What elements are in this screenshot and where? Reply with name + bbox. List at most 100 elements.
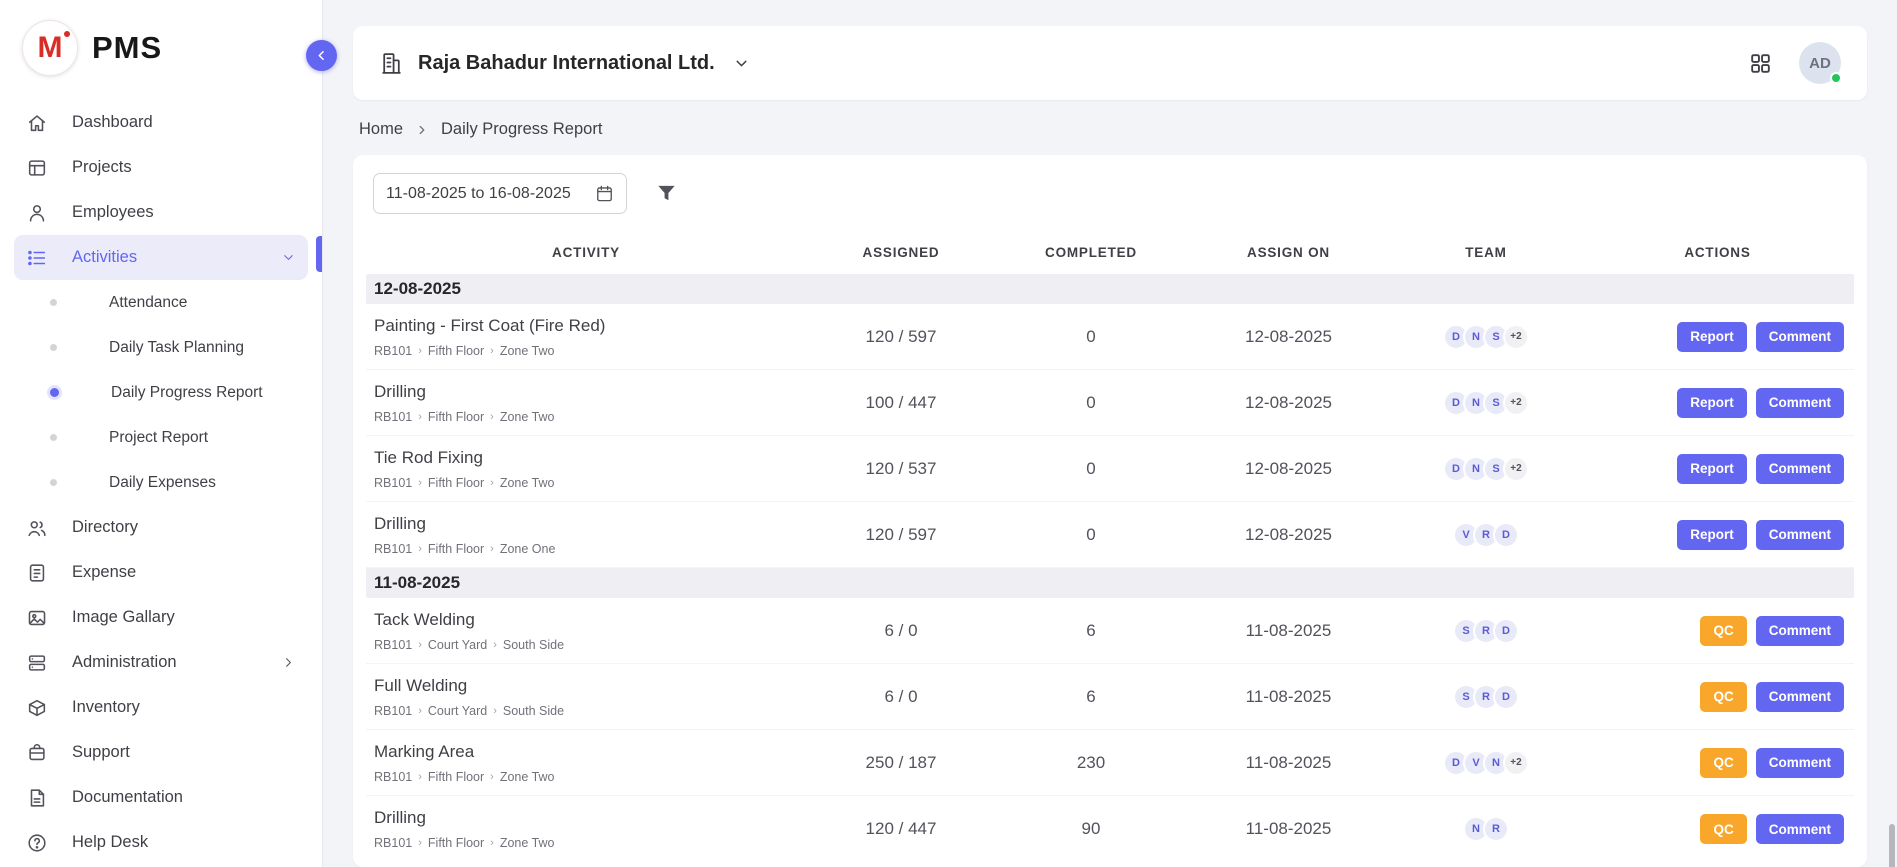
team-member-badge[interactable]: D bbox=[1493, 618, 1519, 644]
assigned-value: 120 / 447 bbox=[806, 819, 996, 839]
sidebar-item-dashboard[interactable]: Dashboard bbox=[14, 100, 308, 145]
report-button[interactable]: Report bbox=[1677, 454, 1747, 484]
sidebar-item-administration[interactable]: Administration bbox=[14, 640, 308, 685]
comment-button[interactable]: Comment bbox=[1756, 388, 1844, 418]
row-actions: Report Comment bbox=[1581, 388, 1854, 418]
comment-button[interactable]: Comment bbox=[1756, 616, 1844, 646]
page-scrollbar[interactable] bbox=[1889, 824, 1895, 867]
topbar-actions: AD bbox=[1748, 42, 1841, 84]
team-member-badge[interactable]: D bbox=[1493, 684, 1519, 710]
report-button[interactable]: Report bbox=[1677, 322, 1747, 352]
activity-location-path: RB101›Fifth Floor›Zone Two bbox=[374, 410, 800, 424]
date-range-value: 11-08-2025 to 16-08-2025 bbox=[386, 185, 571, 203]
sidebar-subitem-project-report[interactable]: Project Report bbox=[14, 415, 308, 460]
chevron-down-icon bbox=[733, 55, 750, 72]
filter-row: 11-08-2025 to 16-08-2025 bbox=[353, 155, 1867, 230]
assign-on-date: 11-08-2025 bbox=[1186, 819, 1391, 839]
completed-value: 6 bbox=[996, 621, 1186, 641]
filter-icon[interactable] bbox=[655, 182, 678, 205]
sidebar-item-label: Documentation bbox=[72, 788, 183, 807]
sidebar-item-projects[interactable]: Projects bbox=[14, 145, 308, 190]
sidebar-subitem-daily-task-planning[interactable]: Daily Task Planning bbox=[14, 325, 308, 370]
assign-on-date: 12-08-2025 bbox=[1186, 459, 1391, 479]
comment-button[interactable]: Comment bbox=[1756, 454, 1844, 484]
helpdesk-icon bbox=[26, 832, 48, 854]
sidebar-item-directory[interactable]: Directory bbox=[14, 505, 308, 550]
app-name: PMS bbox=[92, 30, 162, 66]
apps-grid-icon[interactable] bbox=[1748, 51, 1773, 76]
progress-table: ACTIVITYASSIGNEDCOMPLETEDASSIGN ONTEAMAC… bbox=[353, 230, 1867, 862]
comment-button[interactable]: Comment bbox=[1756, 748, 1844, 778]
sidebar-item-label: Help Desk bbox=[72, 833, 148, 852]
chevron-right-icon: › bbox=[493, 705, 497, 717]
team-avatars: SRD bbox=[1391, 618, 1581, 644]
support-icon bbox=[26, 742, 48, 764]
bullet-icon bbox=[50, 299, 57, 306]
completed-value: 0 bbox=[996, 525, 1186, 545]
qc-button[interactable]: QC bbox=[1700, 616, 1746, 646]
sidebar-item-label: Employees bbox=[72, 203, 154, 222]
qc-button[interactable]: QC bbox=[1700, 748, 1746, 778]
report-button[interactable]: Report bbox=[1677, 388, 1747, 418]
chevron-right-icon: › bbox=[493, 639, 497, 651]
chevron-right-icon: › bbox=[418, 639, 422, 651]
chevron-right-icon bbox=[281, 655, 296, 670]
company-selector[interactable]: Raja Bahadur International Ltd. bbox=[379, 51, 750, 76]
sidebar-item-inventory[interactable]: Inventory bbox=[14, 685, 308, 730]
sidebar-subitem-attendance[interactable]: Attendance bbox=[14, 280, 308, 325]
row-actions: QC Comment bbox=[1581, 748, 1854, 778]
activity-title: Tack Welding bbox=[374, 610, 800, 630]
chevron-right-icon: › bbox=[418, 477, 422, 489]
sidebar-item-help-desk[interactable]: Help Desk bbox=[14, 820, 308, 865]
row-actions: Report Comment bbox=[1581, 520, 1854, 550]
team-overflow-badge[interactable]: +2 bbox=[1503, 390, 1529, 416]
avatar-initials: AD bbox=[1809, 55, 1831, 72]
sidebar-item-employees[interactable]: Employees bbox=[14, 190, 308, 235]
activity-title: Marking Area bbox=[374, 742, 800, 762]
activity-title: Tie Rod Fixing bbox=[374, 448, 800, 468]
team-member-badge[interactable]: R bbox=[1483, 816, 1509, 842]
documentation-icon bbox=[26, 787, 48, 809]
qc-button[interactable]: QC bbox=[1700, 814, 1746, 844]
team-overflow-badge[interactable]: +2 bbox=[1503, 324, 1529, 350]
team-avatars: DNS+2 bbox=[1391, 324, 1581, 350]
activity-title: Full Welding bbox=[374, 676, 800, 696]
sidebar-subitem-daily-progress-report[interactable]: Daily Progress Report bbox=[14, 370, 308, 415]
app-logo[interactable]: M PMS bbox=[14, 14, 308, 100]
sidebar-nav: Dashboard Projects Employees ActivitiesAtte… bbox=[14, 100, 308, 865]
date-range-input[interactable]: 11-08-2025 to 16-08-2025 bbox=[373, 173, 627, 214]
assigned-value: 6 / 0 bbox=[806, 621, 996, 641]
sidebar-item-expense[interactable]: Expense bbox=[14, 550, 308, 595]
activity-title: Painting - First Coat (Fire Red) bbox=[374, 316, 800, 336]
online-status-dot bbox=[1830, 72, 1842, 84]
logo-mark: M bbox=[22, 20, 78, 76]
sidebar-item-label: Dashboard bbox=[72, 113, 153, 132]
team-member-badge[interactable]: D bbox=[1493, 522, 1519, 548]
sidebar-collapse-button[interactable] bbox=[306, 40, 337, 71]
report-button[interactable]: Report bbox=[1677, 520, 1747, 550]
bullet-icon bbox=[50, 479, 57, 486]
comment-button[interactable]: Comment bbox=[1756, 682, 1844, 712]
comment-button[interactable]: Comment bbox=[1756, 814, 1844, 844]
sidebar-subitem-daily-expenses[interactable]: Daily Expenses bbox=[14, 460, 308, 505]
date-group-header: 11-08-2025 bbox=[366, 568, 1854, 598]
user-avatar[interactable]: AD bbox=[1799, 42, 1841, 84]
team-overflow-badge[interactable]: +2 bbox=[1503, 750, 1529, 776]
table-row: Tie Rod FixingRB101›Fifth Floor›Zone Two… bbox=[366, 436, 1854, 502]
column-header-assigned: ASSIGNED bbox=[806, 245, 996, 260]
comment-button[interactable]: Comment bbox=[1756, 520, 1844, 550]
chevron-right-icon: › bbox=[490, 411, 494, 423]
sidebar-item-image-gallary[interactable]: Image Gallary bbox=[14, 595, 308, 640]
qc-button[interactable]: QC bbox=[1700, 682, 1746, 712]
sidebar-item-activities[interactable]: Activities bbox=[14, 235, 308, 280]
team-overflow-badge[interactable]: +2 bbox=[1503, 456, 1529, 482]
sidebar-subitem-label: Daily Expenses bbox=[109, 474, 216, 492]
breadcrumb-home[interactable]: Home bbox=[359, 120, 403, 139]
activity-location-path: RB101›Fifth Floor›Zone One bbox=[374, 542, 800, 556]
sidebar-item-support[interactable]: Support bbox=[14, 730, 308, 775]
assigned-value: 100 / 447 bbox=[806, 393, 996, 413]
sidebar-item-documentation[interactable]: Documentation bbox=[14, 775, 308, 820]
assigned-value: 120 / 537 bbox=[806, 459, 996, 479]
comment-button[interactable]: Comment bbox=[1756, 322, 1844, 352]
expense-icon bbox=[26, 562, 48, 584]
